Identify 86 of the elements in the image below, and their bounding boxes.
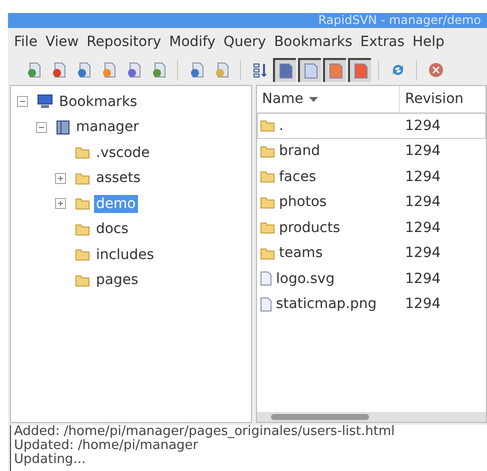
file-name: products <box>279 220 340 236</box>
toolbar-button[interactable] <box>298 58 321 82</box>
column-header[interactable]: Name <box>257 86 400 112</box>
revision-cell-text: 1294 <box>404 220 441 236</box>
tree-item[interactable]: .vscode <box>94 144 152 162</box>
folder-icon <box>260 119 275 132</box>
revision-cell-text: 1294 <box>404 296 441 312</box>
toolbar-button[interactable] <box>273 58 296 82</box>
revision-cell-text: 1294 <box>404 143 441 160</box>
file-name: photos <box>279 194 327 210</box>
file-name: brand <box>279 143 320 160</box>
revision-cell-text: 1294 <box>404 194 441 210</box>
menu-item[interactable]: Query <box>220 34 270 50</box>
file-row[interactable]: brand 1294 <box>257 138 486 164</box>
revision-cell-text: 1294 <box>404 270 441 287</box>
file-name: faces <box>279 168 316 185</box>
log-line: Added: /home/pi/manager/pages_originales/users-list.html <box>13 425 396 439</box>
document-action-icon <box>188 62 204 78</box>
computer-icon <box>37 94 53 110</box>
document-action-icon <box>126 62 142 78</box>
file-name: teams <box>279 245 323 262</box>
expand-icon[interactable] <box>55 198 66 210</box>
revision-cell-text: 1294 <box>404 168 441 185</box>
folder-icon <box>75 274 90 287</box>
menu-item[interactable]: File <box>10 34 42 50</box>
tree-item[interactable]: docs <box>94 220 130 238</box>
file-icon <box>260 271 272 286</box>
folder-icon <box>75 222 90 236</box>
tree-item[interactable]: assets <box>94 169 143 188</box>
window-title: RapidSVN - manager/demo <box>8 13 487 28</box>
file-row[interactable]: faces 1294 <box>257 164 486 190</box>
folder-icon <box>75 248 90 262</box>
document-action-icon <box>214 62 230 78</box>
document-action-icon <box>50 62 66 78</box>
file-icon <box>260 296 272 312</box>
folder-icon <box>75 146 90 160</box>
page-icon <box>278 63 292 79</box>
stop-icon <box>428 62 444 78</box>
menu-item[interactable]: View <box>41 34 83 50</box>
document-action-icon <box>26 62 42 78</box>
folder-icon <box>260 144 275 158</box>
menu-item[interactable]: Bookmarks <box>270 34 356 50</box>
file-row[interactable]: teams 1294 <box>257 240 486 266</box>
tree-item[interactable]: manager <box>74 118 141 136</box>
folder-icon <box>260 246 275 260</box>
scrollbar-thumb[interactable] <box>271 414 369 420</box>
column-header[interactable]: Revision <box>400 86 486 112</box>
horizontal-scrollbar[interactable] <box>257 412 486 422</box>
log-line: Updating... <box>13 453 87 467</box>
file-row[interactable]: staticmap.png 1294 <box>257 292 486 317</box>
toolbar-button[interactable] <box>348 58 371 82</box>
folder-icon <box>260 196 275 209</box>
file-row[interactable]: photos 1294 <box>257 190 486 215</box>
toolbar-button[interactable] <box>323 58 346 82</box>
menu-item[interactable]: Repository <box>82 34 166 50</box>
document-action-icon <box>76 62 92 78</box>
page-icon <box>304 63 318 79</box>
sort-down-icon <box>309 96 318 102</box>
folder-icon <box>75 172 90 185</box>
expand-icon[interactable] <box>55 172 66 184</box>
page-icon <box>354 63 368 79</box>
collapse-icon[interactable] <box>36 122 47 133</box>
log-line: Updated: /home/pi/manager <box>13 439 200 453</box>
page-icon <box>328 63 342 79</box>
folder-icon <box>75 197 90 210</box>
file-row[interactable]: . 1294 <box>257 113 486 138</box>
menu-item[interactable]: Modify <box>165 34 220 50</box>
revision-cell-text: 1294 <box>404 245 441 262</box>
list-arrow-icon <box>252 62 268 78</box>
menu-item[interactable]: Help <box>408 34 448 50</box>
file-name: staticmap.png <box>276 296 377 312</box>
document-action-icon <box>100 62 116 78</box>
file-row[interactable]: products 1294 <box>257 215 486 240</box>
document-action-icon <box>150 62 166 78</box>
tree-item[interactable]: pages <box>94 271 140 290</box>
tree-item[interactable]: Bookmarks <box>57 92 140 111</box>
collapse-icon[interactable] <box>17 96 28 108</box>
revision-cell-text: 1294 <box>404 118 441 134</box>
folder-icon <box>260 170 275 184</box>
menu-item[interactable]: Extras <box>356 34 409 50</box>
file-name: logo.svg <box>276 270 335 287</box>
folder-icon <box>260 221 275 234</box>
file-name: . <box>279 118 284 134</box>
file-row[interactable]: logo.svg 1294 <box>257 266 486 292</box>
tree-item[interactable]: includes <box>94 246 156 264</box>
book-icon <box>56 120 70 135</box>
